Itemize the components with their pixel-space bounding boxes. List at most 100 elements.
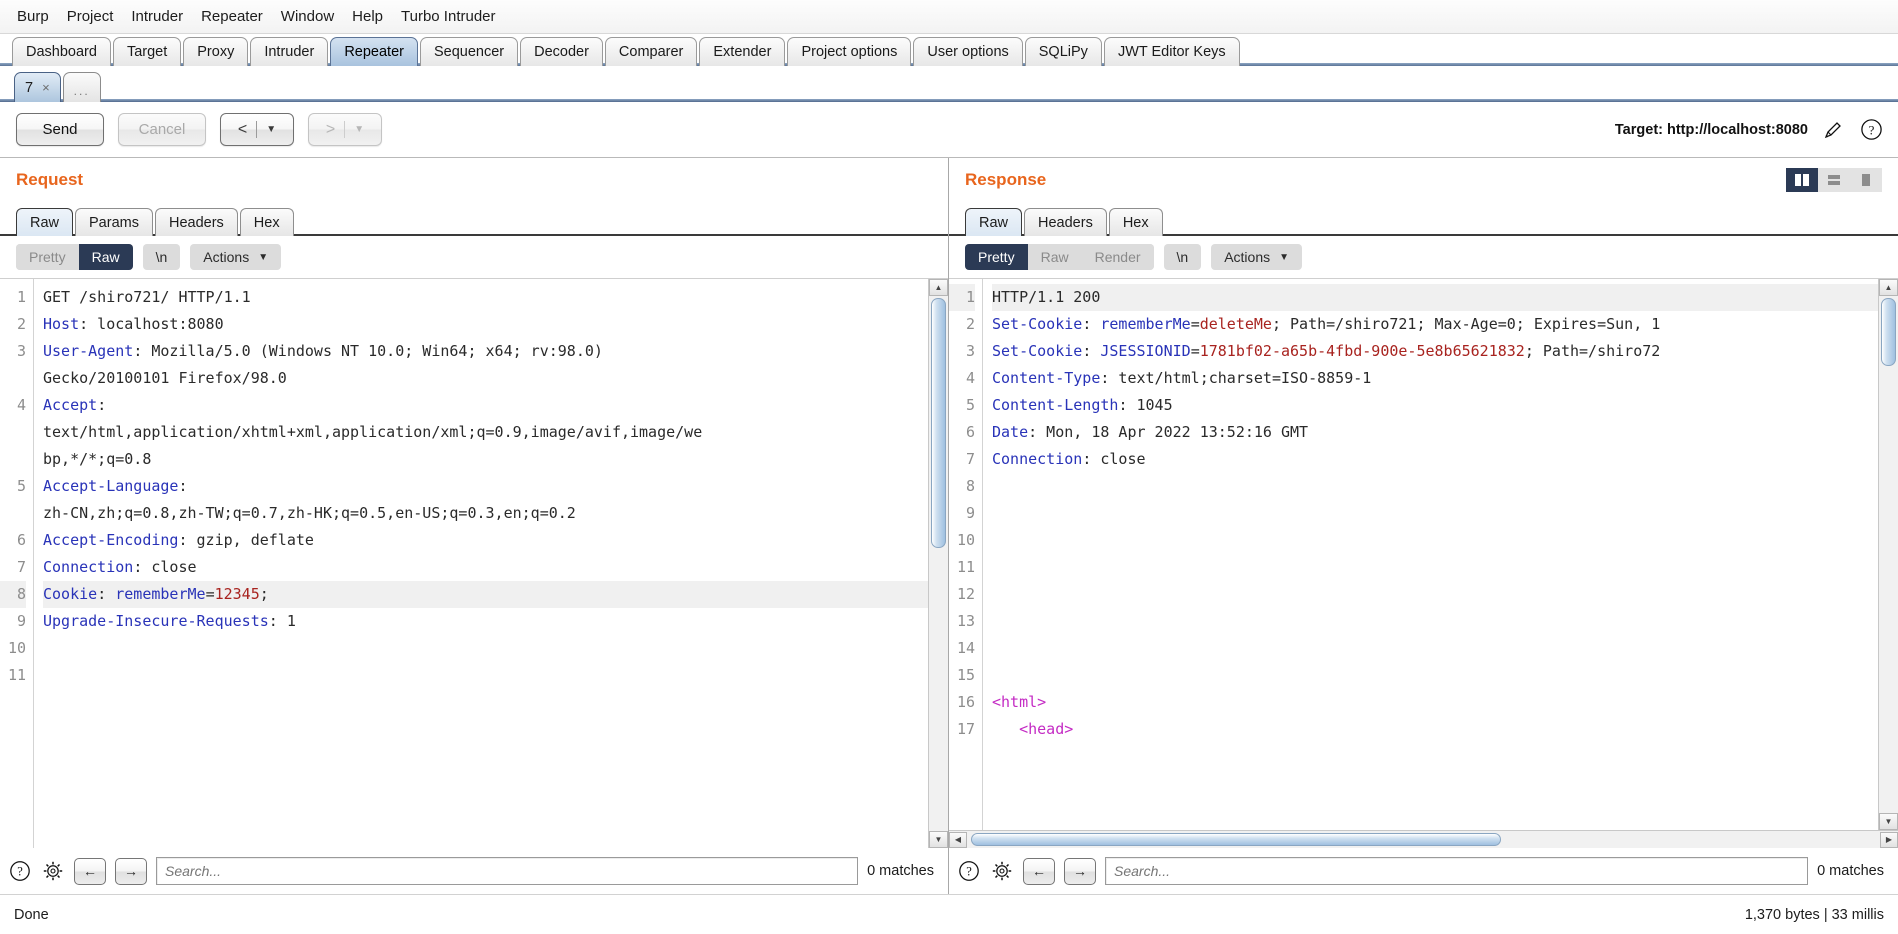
code-line[interactable]	[992, 527, 1878, 554]
code-line[interactable]: Connection: close	[992, 446, 1878, 473]
code-line[interactable]: Upgrade-Insecure-Requests: 1	[43, 608, 928, 635]
code-line[interactable]: zh-CN,zh;q=0.8,zh-TW;q=0.7,zh-HK;q=0.5,e…	[43, 500, 928, 527]
code-line[interactable]	[992, 635, 1878, 662]
menu-item-turbo-intruder[interactable]: Turbo Intruder	[392, 5, 505, 28]
response-raw-button[interactable]: Raw	[1027, 244, 1082, 270]
close-icon[interactable]: ×	[42, 80, 50, 95]
response-tab-headers[interactable]: Headers	[1024, 208, 1107, 236]
send-button[interactable]: Send	[16, 113, 104, 146]
code-line[interactable]: HTTP/1.1 200	[992, 284, 1878, 311]
code-line[interactable]	[43, 662, 928, 689]
tab-dashboard[interactable]: Dashboard	[12, 37, 111, 66]
request-tab-raw[interactable]: Raw	[16, 208, 74, 236]
code-line[interactable]: Connection: close	[43, 554, 928, 581]
code-line[interactable]: text/html,application/xhtml+xml,applicat…	[43, 419, 928, 446]
menu-item-repeater[interactable]: Repeater	[192, 5, 272, 28]
repeater-tab-new[interactable]: ...	[62, 72, 101, 102]
menu-item-project[interactable]: Project	[58, 5, 123, 28]
request-newline-button[interactable]: \n	[142, 244, 181, 270]
request-body[interactable]: GET /shiro721/ HTTP/1.1 Host: localhost:8…	[34, 279, 928, 848]
code-line[interactable]: Host: localhost:8080	[43, 311, 928, 338]
response-pretty-button[interactable]: Pretty	[965, 244, 1028, 270]
tab-target[interactable]: Target	[112, 37, 182, 66]
response-search-input[interactable]	[1105, 857, 1809, 885]
tab-user-options[interactable]: User options	[913, 37, 1023, 66]
split-vertical-view-button[interactable]	[1786, 168, 1818, 192]
tab-sqlipy[interactable]: SQLiPy	[1024, 37, 1102, 66]
scroll-up-icon[interactable]: ▲	[929, 279, 948, 296]
code-line[interactable]: <html>	[992, 689, 1878, 716]
cancel-button[interactable]: Cancel	[118, 113, 206, 146]
question-icon[interactable]: ?	[1858, 117, 1884, 143]
menu-item-burp[interactable]: Burp	[8, 5, 58, 28]
scroll-thumb[interactable]	[1881, 298, 1896, 366]
tab-decoder[interactable]: Decoder	[520, 37, 603, 66]
request-raw-button[interactable]: Raw	[78, 244, 133, 270]
code-line[interactable]: Content-Type: text/html;charset=ISO-8859…	[992, 365, 1878, 392]
scroll-down-icon[interactable]: ▼	[1879, 813, 1898, 830]
code-line[interactable]	[992, 473, 1878, 500]
response-vertical-scrollbar[interactable]: ▲ ▼	[1878, 279, 1898, 830]
request-actions-button[interactable]: Actions ▼	[190, 244, 282, 270]
request-tab-params[interactable]: Params	[75, 208, 153, 236]
code-line[interactable]: Set-Cookie: JSESSIONID=1781bf02-a65b-4fb…	[992, 338, 1878, 365]
request-editor[interactable]: 1 2 3 4 5 6 7 8 9 10 11 GET /shiro721/ HTTP/1.1 Hos…	[0, 279, 928, 848]
menu-item-intruder[interactable]: Intruder	[122, 5, 192, 28]
tab-proxy[interactable]: Proxy	[183, 37, 249, 66]
next-request-button[interactable]: > ▼	[308, 113, 382, 146]
pencil-icon[interactable]	[1820, 117, 1846, 143]
split-horizontal-view-button[interactable]	[1818, 168, 1850, 192]
tab-jwt-editor-keys[interactable]: JWT Editor Keys	[1103, 37, 1240, 66]
code-line[interactable]: bp,*/*;q=0.8	[43, 446, 928, 473]
request-search-input[interactable]	[156, 857, 859, 885]
response-actions-button[interactable]: Actions ▼	[1211, 244, 1303, 270]
code-line[interactable]: Accept-Language:	[43, 473, 928, 500]
request-tab-hex[interactable]: Hex	[239, 208, 294, 236]
response-editor[interactable]: 1 2 3 4 5 6 7 8 9 10 11 12 13 14 15 16 17 HTTP/1.1 200 Se…	[949, 279, 1878, 830]
response-body[interactable]: HTTP/1.1 200 Set-Cookie: rememberMe=delet…	[983, 279, 1878, 830]
tab-intruder[interactable]: Intruder	[250, 37, 329, 66]
response-newline-button[interactable]: \n	[1163, 244, 1202, 270]
request-pretty-button[interactable]: Pretty	[16, 244, 79, 270]
code-line[interactable]: Date: Mon, 18 Apr 2022 13:52:16 GMT	[992, 419, 1878, 446]
response-tab-hex[interactable]: Hex	[1108, 208, 1163, 236]
find-next-button[interactable]: →	[115, 857, 147, 885]
code-line[interactable]	[992, 500, 1878, 527]
previous-request-button[interactable]: < ▼	[220, 113, 294, 146]
tab-project-options[interactable]: Project options	[787, 37, 912, 66]
code-line[interactable]	[992, 608, 1878, 635]
menu-item-help[interactable]: Help	[343, 5, 392, 28]
code-line[interactable]: <head>	[992, 716, 1878, 743]
response-horizontal-scrollbar[interactable]: ◀ ▶	[949, 830, 1898, 848]
response-tab-raw[interactable]: Raw	[965, 208, 1023, 236]
code-line[interactable]	[992, 581, 1878, 608]
question-icon[interactable]: ?	[957, 859, 981, 883]
request-tab-headers[interactable]: Headers	[154, 208, 238, 236]
chevron-down-icon[interactable]: ▼	[257, 124, 285, 135]
menu-item-window[interactable]: Window	[272, 5, 343, 28]
chevron-down-icon[interactable]: ▼	[345, 124, 373, 135]
code-line[interactable]: Cookie: rememberMe=12345;	[43, 581, 928, 608]
code-line[interactable]: Set-Cookie: rememberMe=deleteMe; Path=/s…	[992, 311, 1878, 338]
code-line[interactable]: Accept-Encoding: gzip, deflate	[43, 527, 928, 554]
scroll-right-icon[interactable]: ▶	[1880, 831, 1898, 848]
tab-comparer[interactable]: Comparer	[604, 37, 698, 66]
code-line[interactable]: GET /shiro721/ HTTP/1.1	[43, 284, 928, 311]
scroll-thumb[interactable]	[971, 833, 1501, 846]
gear-icon[interactable]	[990, 859, 1014, 883]
response-render-button[interactable]: Render	[1081, 244, 1154, 270]
code-line[interactable]: Content-Length: 1045	[992, 392, 1878, 419]
question-icon[interactable]: ?	[8, 859, 32, 883]
tab-sequencer[interactable]: Sequencer	[419, 37, 519, 66]
scroll-down-icon[interactable]: ▼	[929, 831, 948, 848]
code-line[interactable]: User-Agent: Mozilla/5.0 (Windows NT 10.0…	[43, 338, 928, 365]
scroll-left-icon[interactable]: ◀	[949, 831, 967, 848]
tab-repeater[interactable]: Repeater	[330, 37, 418, 66]
code-line[interactable]	[43, 635, 928, 662]
code-line[interactable]	[992, 662, 1878, 689]
tab-extender[interactable]: Extender	[699, 37, 786, 66]
repeater-tab-7[interactable]: 7 ×	[14, 72, 61, 102]
code-line[interactable]: Accept:	[43, 392, 928, 419]
find-previous-button[interactable]: ←	[1023, 857, 1055, 885]
scroll-up-icon[interactable]: ▲	[1879, 279, 1898, 296]
